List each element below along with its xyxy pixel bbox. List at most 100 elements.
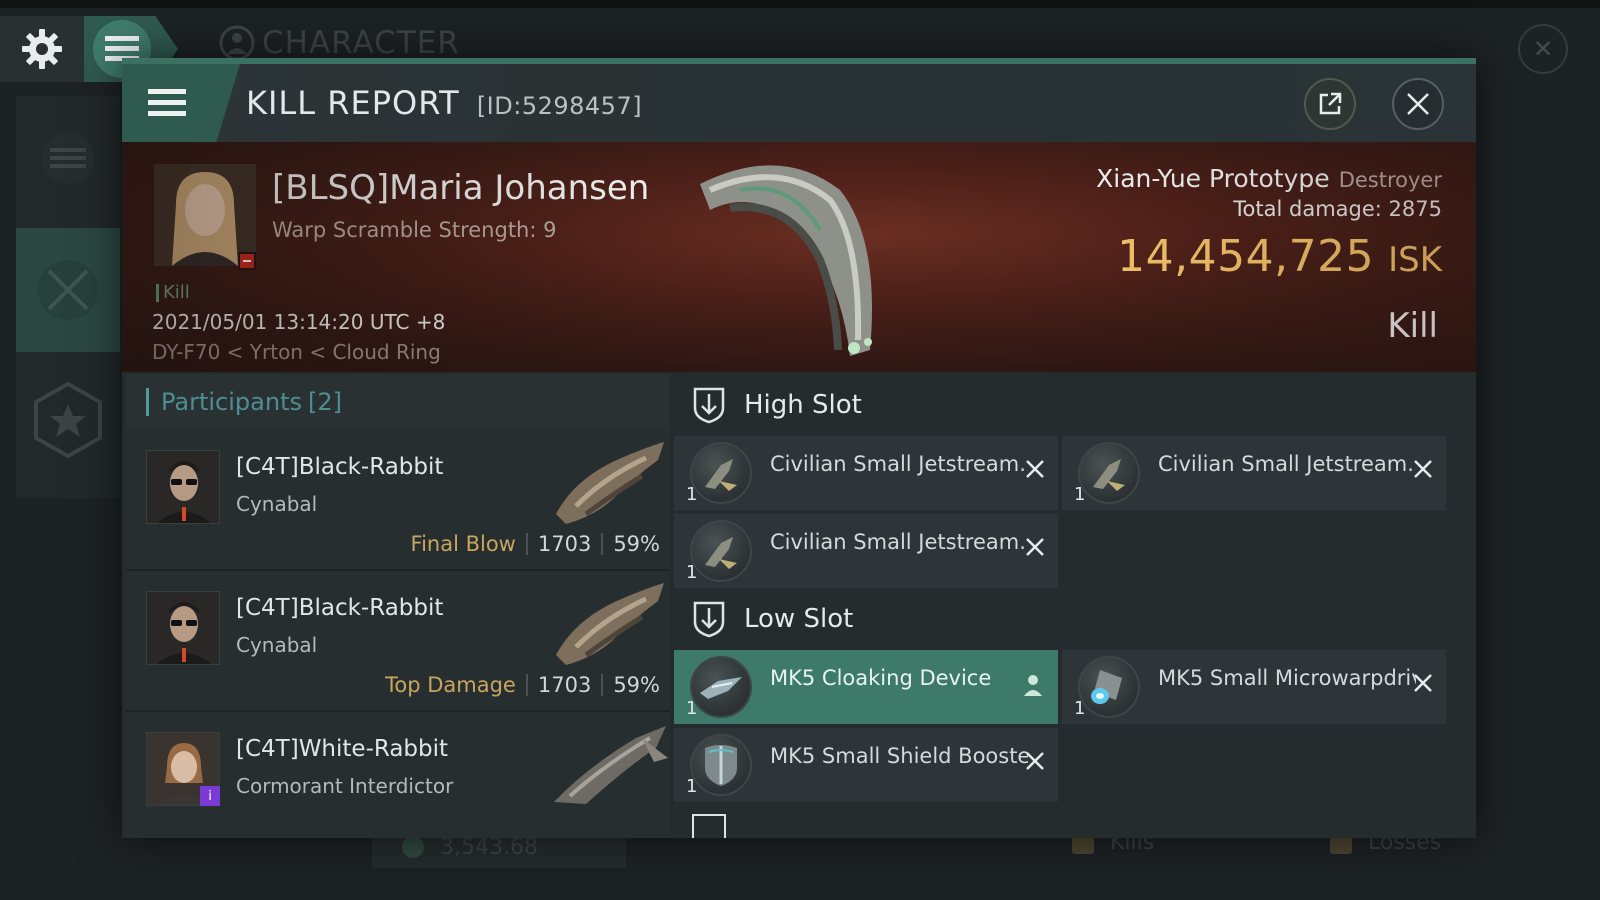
participant-damage: 1703 <box>537 532 592 556</box>
participant-row[interactable]: [C4T]Black-Rabbit Cynabal Top Damage 170… <box>126 571 670 712</box>
module-name: Civilian Small Jetstream... <box>1158 452 1416 476</box>
module-item[interactable]: 1 Civilian Small Jetstream... <box>674 514 1058 588</box>
participant-ship: Cormorant Interdictor <box>236 774 454 798</box>
jetstream-icon <box>690 442 752 504</box>
module-item[interactable]: 1 MK5 Small Microwarpdrive <box>1062 650 1446 724</box>
participant-stats: Final Blow 1703 59% <box>411 532 660 556</box>
destroyed-x-icon <box>1026 752 1044 770</box>
participant-name[interactable]: [C4T]Black-Rabbit <box>236 595 443 621</box>
victim-portrait[interactable] <box>154 164 256 266</box>
isk-value-line: 14,454,725 ISK <box>1096 231 1442 282</box>
microwarpdrive-icon <box>1078 656 1140 718</box>
report-id: [ID:5298457] <box>476 92 643 120</box>
module-name: MK5 Cloaking Device <box>770 666 992 690</box>
minus-icon <box>243 260 251 262</box>
module-quantity: 1 <box>1074 698 1086 719</box>
background-sidebar <box>16 96 120 498</box>
sidebar-item-favorites[interactable] <box>16 358 120 482</box>
low-slot-label: Low Slot <box>744 604 854 634</box>
stat-divider <box>525 674 528 696</box>
star-icon <box>34 382 102 458</box>
participant-percent: 59% <box>613 673 660 697</box>
modal-header: KILL REPORT [ID:5298457] <box>122 64 1476 142</box>
jetstream-icon <box>1078 442 1140 504</box>
ship-name-line: Xian-Yue Prototype Destroyer <box>1096 164 1442 193</box>
kill-datetime: 2021/05/01 13:14:20 UTC +8 <box>152 310 446 334</box>
pilot-icon <box>1024 675 1042 696</box>
victim-name[interactable]: [BLSQ]Maria Johansen <box>272 168 649 208</box>
hamburger-icon <box>148 89 186 116</box>
participant-stats: Top Damage 1703 59% <box>385 673 660 697</box>
modal-menu-button[interactable] <box>122 64 240 142</box>
high-slot-label: High Slot <box>744 390 862 420</box>
background-close-button[interactable]: ✕ <box>1518 24 1568 74</box>
next-slot-header-partial <box>692 814 726 838</box>
module-item[interactable]: 1 MK5 Small Shield Booster <box>674 728 1058 802</box>
participant-row[interactable]: [C4T]Black-Rabbit Cynabal Final Blow 170… <box>126 430 670 571</box>
character-icon <box>219 25 255 61</box>
module-name: MK5 Small Shield Booster <box>770 744 1028 768</box>
total-damage-line: Total damage: 2875 <box>1096 197 1442 221</box>
pilot-portrait-image <box>147 451 219 523</box>
victim-ship-image[interactable] <box>670 150 900 370</box>
module-quantity: 1 <box>1074 484 1086 505</box>
settings-button[interactable] <box>0 16 84 82</box>
participants-header-bar <box>146 388 149 416</box>
participants-count: [2] <box>307 388 342 416</box>
crossed-swords-icon <box>38 260 98 320</box>
module-quantity: 1 <box>686 698 698 719</box>
participants-panel: Participants [2] [C4T]Black-Rabbit Cynab… <box>126 374 670 838</box>
jetstream-icon <box>690 520 752 582</box>
sidebar-item-list[interactable] <box>16 96 120 220</box>
kill-result-label: Kill <box>1387 306 1438 346</box>
module-image <box>700 677 742 699</box>
warp-scramble-strength: Warp Scramble Strength: 9 <box>272 218 557 242</box>
gear-icon <box>22 29 62 69</box>
kill-summary-banner: [BLSQ]Maria Johansen Warp Scramble Stren… <box>122 142 1476 372</box>
isk-value: 14,454,725 <box>1117 231 1375 282</box>
shield-booster-icon <box>690 734 752 796</box>
participants-header: Participants [2] <box>126 374 670 430</box>
pilot-portrait-image <box>147 592 219 664</box>
ship-name[interactable]: Xian-Yue Prototype <box>1096 164 1329 193</box>
close-icon: ✕ <box>1532 35 1554 63</box>
background-page-title: CHARACTER <box>218 24 460 62</box>
kill-report-modal: KILL REPORT [ID:5298457] [BLSQ]Maria Joh… <box>122 58 1476 838</box>
module-item[interactable]: 1 Civilian Small Jetstream... <box>674 436 1058 510</box>
kill-location[interactable]: DY-F70 < Yrton < Cloud Ring <box>152 340 441 364</box>
module-image <box>705 537 737 569</box>
isk-unit: ISK <box>1388 240 1442 280</box>
fitting-panel: High Slot 1 Civilian Small Jetstream... <box>674 374 1476 838</box>
kill-tag-label: Kill <box>163 282 190 303</box>
module-image <box>1091 670 1122 704</box>
participant-portrait <box>146 591 220 665</box>
modal-close-button[interactable] <box>1392 78 1444 130</box>
participant-role: Final Blow <box>410 532 516 556</box>
stat-divider <box>525 533 528 555</box>
info-icon: i <box>208 788 212 804</box>
ship-info: Xian-Yue Prototype Destroyer Total damag… <box>1096 164 1442 282</box>
stat-divider <box>601 674 604 696</box>
ship-class: Destroyer <box>1338 168 1442 192</box>
modal-title-text: KILL REPORT <box>246 84 460 122</box>
high-slot-icon <box>693 387 725 424</box>
module-item[interactable]: 1 Civilian Small Jetstream... <box>1062 436 1446 510</box>
participant-row[interactable]: i [C4T]White-Rabbit Cormorant Interdicto… <box>126 712 670 838</box>
kill-tag-bar <box>156 283 159 302</box>
participant-name[interactable]: [C4T]Black-Rabbit <box>236 454 443 480</box>
share-button[interactable] <box>1304 78 1356 130</box>
participant-ship-image <box>554 726 668 804</box>
list-icon <box>42 132 94 184</box>
module-image <box>1093 459 1125 491</box>
module-item[interactable]: 1 MK5 Cloaking Device <box>674 650 1058 724</box>
participant-name[interactable]: [C4T]White-Rabbit <box>236 736 448 762</box>
module-name: Civilian Small Jetstream... <box>770 452 1028 476</box>
stat-divider <box>601 533 604 555</box>
share-icon <box>1319 92 1342 115</box>
stat-icon <box>402 836 424 858</box>
close-icon <box>1407 93 1429 115</box>
participant-ship: Cynabal <box>236 633 318 657</box>
sidebar-item-combat[interactable] <box>16 228 120 352</box>
participant-ship: Cynabal <box>236 492 318 516</box>
module-quantity: 1 <box>686 776 698 797</box>
